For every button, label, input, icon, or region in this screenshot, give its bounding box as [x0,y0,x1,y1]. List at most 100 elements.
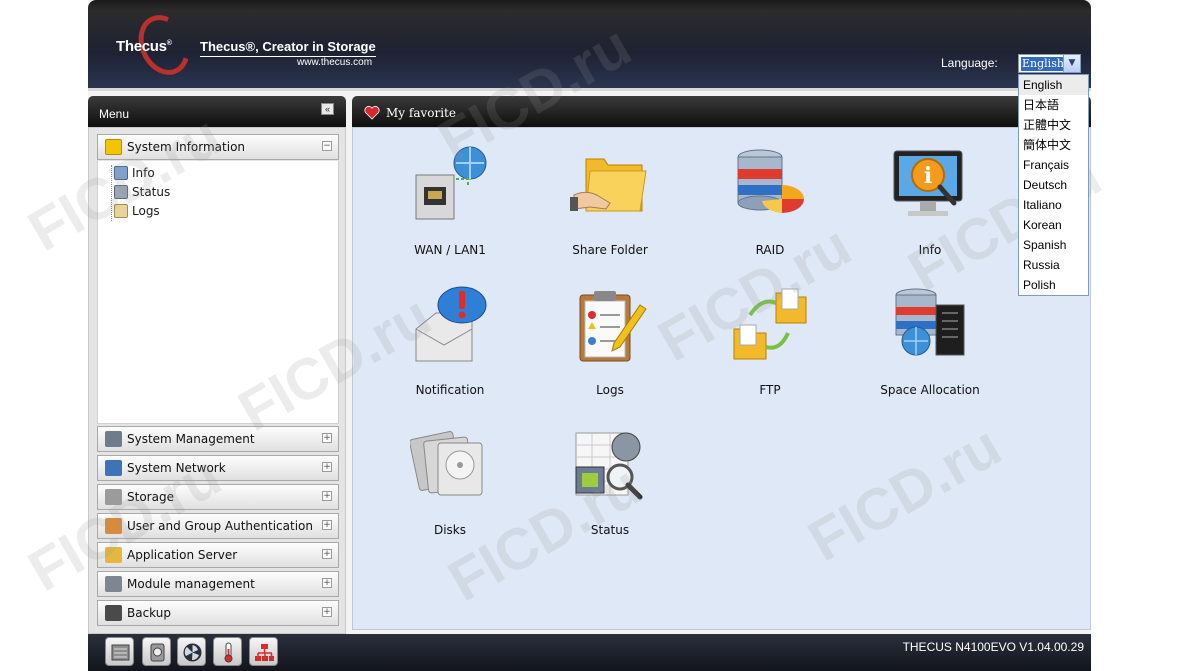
language-option[interactable]: Italiano [1019,195,1088,215]
expand-toggle-icon[interactable]: + [322,520,332,530]
favorites-header: My favorite [352,96,1091,127]
favorite-tile-status[interactable]: Status [545,425,675,545]
submenu-area: Info Status Logs [97,161,339,424]
menu-category-backup[interactable]: Backup + [97,600,339,626]
expand-toggle-icon[interactable]: + [322,578,332,588]
menu-category-storage[interactable]: Storage + [97,484,339,510]
menu-category-system-network[interactable]: System Network + [97,455,339,481]
menu-category-user-group-auth[interactable]: User and Group Authentication + [97,513,339,539]
favorite-tile-label: Status [590,523,630,537]
expand-toggle-icon[interactable]: + [322,549,332,559]
menu-category-label: Backup [127,606,171,620]
favorite-tile-notification[interactable]: Notification [385,285,515,405]
hdd-status-icon [111,644,130,661]
menu-category-module-management[interactable]: Module management + [97,571,339,597]
brand-tagline: Thecus®, Creator in Storage [200,39,376,57]
submenu-item-label: Logs [132,204,160,218]
expand-toggle-icon[interactable]: + [322,607,332,617]
network-status-icon [255,644,274,661]
submenu-item-status[interactable]: Status [112,183,170,201]
tools-icon [105,431,122,447]
favorite-tile-label: FTP [759,383,781,397]
favorites-title: My favorite [386,106,456,120]
network-status-button[interactable] [249,637,278,666]
submenu-item-info[interactable]: Info [112,164,155,182]
language-option[interactable]: Français [1019,155,1088,175]
favorite-tile-raid[interactable]: RAID [705,145,835,265]
fan-icon [183,643,202,662]
favorite-tile-space-allocation[interactable]: Space Allocation [865,285,995,405]
favorite-tile-share-folder[interactable]: Share Folder [545,145,675,265]
favorite-tile-ftp[interactable]: FTP [705,285,835,405]
favorite-tile-label: Share Folder [572,243,648,257]
favorite-tile-label: WAN / LAN1 [414,243,486,257]
disk-icon [150,643,165,662]
header-bar: Thecus® Thecus®, Creator in Storage www.… [88,0,1091,91]
favorite-tile-label: Space Allocation [880,383,980,397]
firmware-version: THECUS N4100EVO V1.04.00.29 [902,640,1084,654]
favorite-tile-wan-lan1[interactable]: WAN / LAN1 [385,145,515,265]
language-option[interactable]: Deutsch [1019,175,1088,195]
collapse-toggle-icon[interactable]: − [322,141,332,151]
expand-toggle-icon[interactable]: + [322,462,332,472]
thermometer-button[interactable] [213,637,242,666]
menu-category-label: Storage [127,490,174,504]
hdd-status-button[interactable] [105,637,134,666]
language-option[interactable]: English [1019,75,1088,95]
language-option[interactable]: Korean [1019,215,1088,235]
language-label: Language: [941,56,998,70]
logs-clipboard-icon [579,291,647,362]
favorite-tile-label: Logs [596,383,624,397]
brand-url: www.thecus.com [297,57,373,68]
heart-icon [364,106,380,120]
expand-toggle-icon[interactable]: + [322,491,332,501]
language-select[interactable]: English ▼ [1018,54,1081,73]
language-option[interactable]: Spanish [1019,235,1088,255]
favorite-tile-logs[interactable]: Logs [545,285,675,405]
language-option[interactable]: 簡体中文 [1019,135,1088,155]
ftp-icon [733,288,807,360]
favorite-tile-info[interactable]: i Info [865,145,995,265]
menu-title: Menu [99,107,130,121]
language-option[interactable]: 正體中文 [1019,115,1088,135]
status-icon [114,185,128,199]
backup-icon [105,605,122,621]
space-allocation-icon [895,288,965,356]
app-page: Thecus® Thecus®, Creator in Storage www.… [88,0,1091,671]
expand-toggle-icon[interactable]: + [322,433,332,443]
menu-header: Menu « [88,96,346,127]
language-option[interactable]: Polish [1019,275,1088,295]
favorite-tile-disks[interactable]: Disks [385,425,515,545]
info-monitor-icon: i [893,150,963,216]
submenu-item-label: Info [132,166,155,180]
fan-button[interactable] [177,637,206,666]
info-page-icon [114,166,128,180]
submenu-item-label: Status [132,185,171,199]
raid-icon [737,149,804,213]
submenu-item-logs[interactable]: Logs [112,202,160,220]
menu-category-system-management[interactable]: System Management + [97,426,339,452]
notification-icon [415,286,487,362]
footer-bar: THECUS N4100EVO V1.04.00.29 [88,634,1091,671]
menu-category-label: User and Group Authentication [127,519,313,533]
disk-button[interactable] [142,637,171,666]
share-folder-icon [570,158,647,212]
logs-icon [114,204,128,218]
menu-category-system-information[interactable]: System Information − [97,134,339,160]
language-option[interactable]: 日本語 [1019,95,1088,115]
language-dropdown-list: English 日本語 正體中文 簡体中文 Français Deutsch I… [1018,74,1089,296]
menu-category-label: Application Server [127,548,238,562]
language-option[interactable]: Russia [1019,255,1088,275]
collapse-menu-button[interactable]: « [321,103,334,115]
menu-category-label: System Network [127,461,226,475]
chevron-down-icon[interactable]: ▼ [1063,55,1080,72]
menu-category-label: System Information [127,140,246,154]
menu-category-application-server[interactable]: Application Server + [97,542,339,568]
users-icon [105,518,122,534]
status-chart-icon [575,432,643,500]
app-server-icon [105,547,122,563]
favorite-tile-label: Disks [433,523,467,537]
thermometer-icon [224,642,233,663]
module-icon [105,576,122,592]
favorites-panel: WAN / LAN1 Share Folder RAID i Info Noti… [352,127,1091,630]
